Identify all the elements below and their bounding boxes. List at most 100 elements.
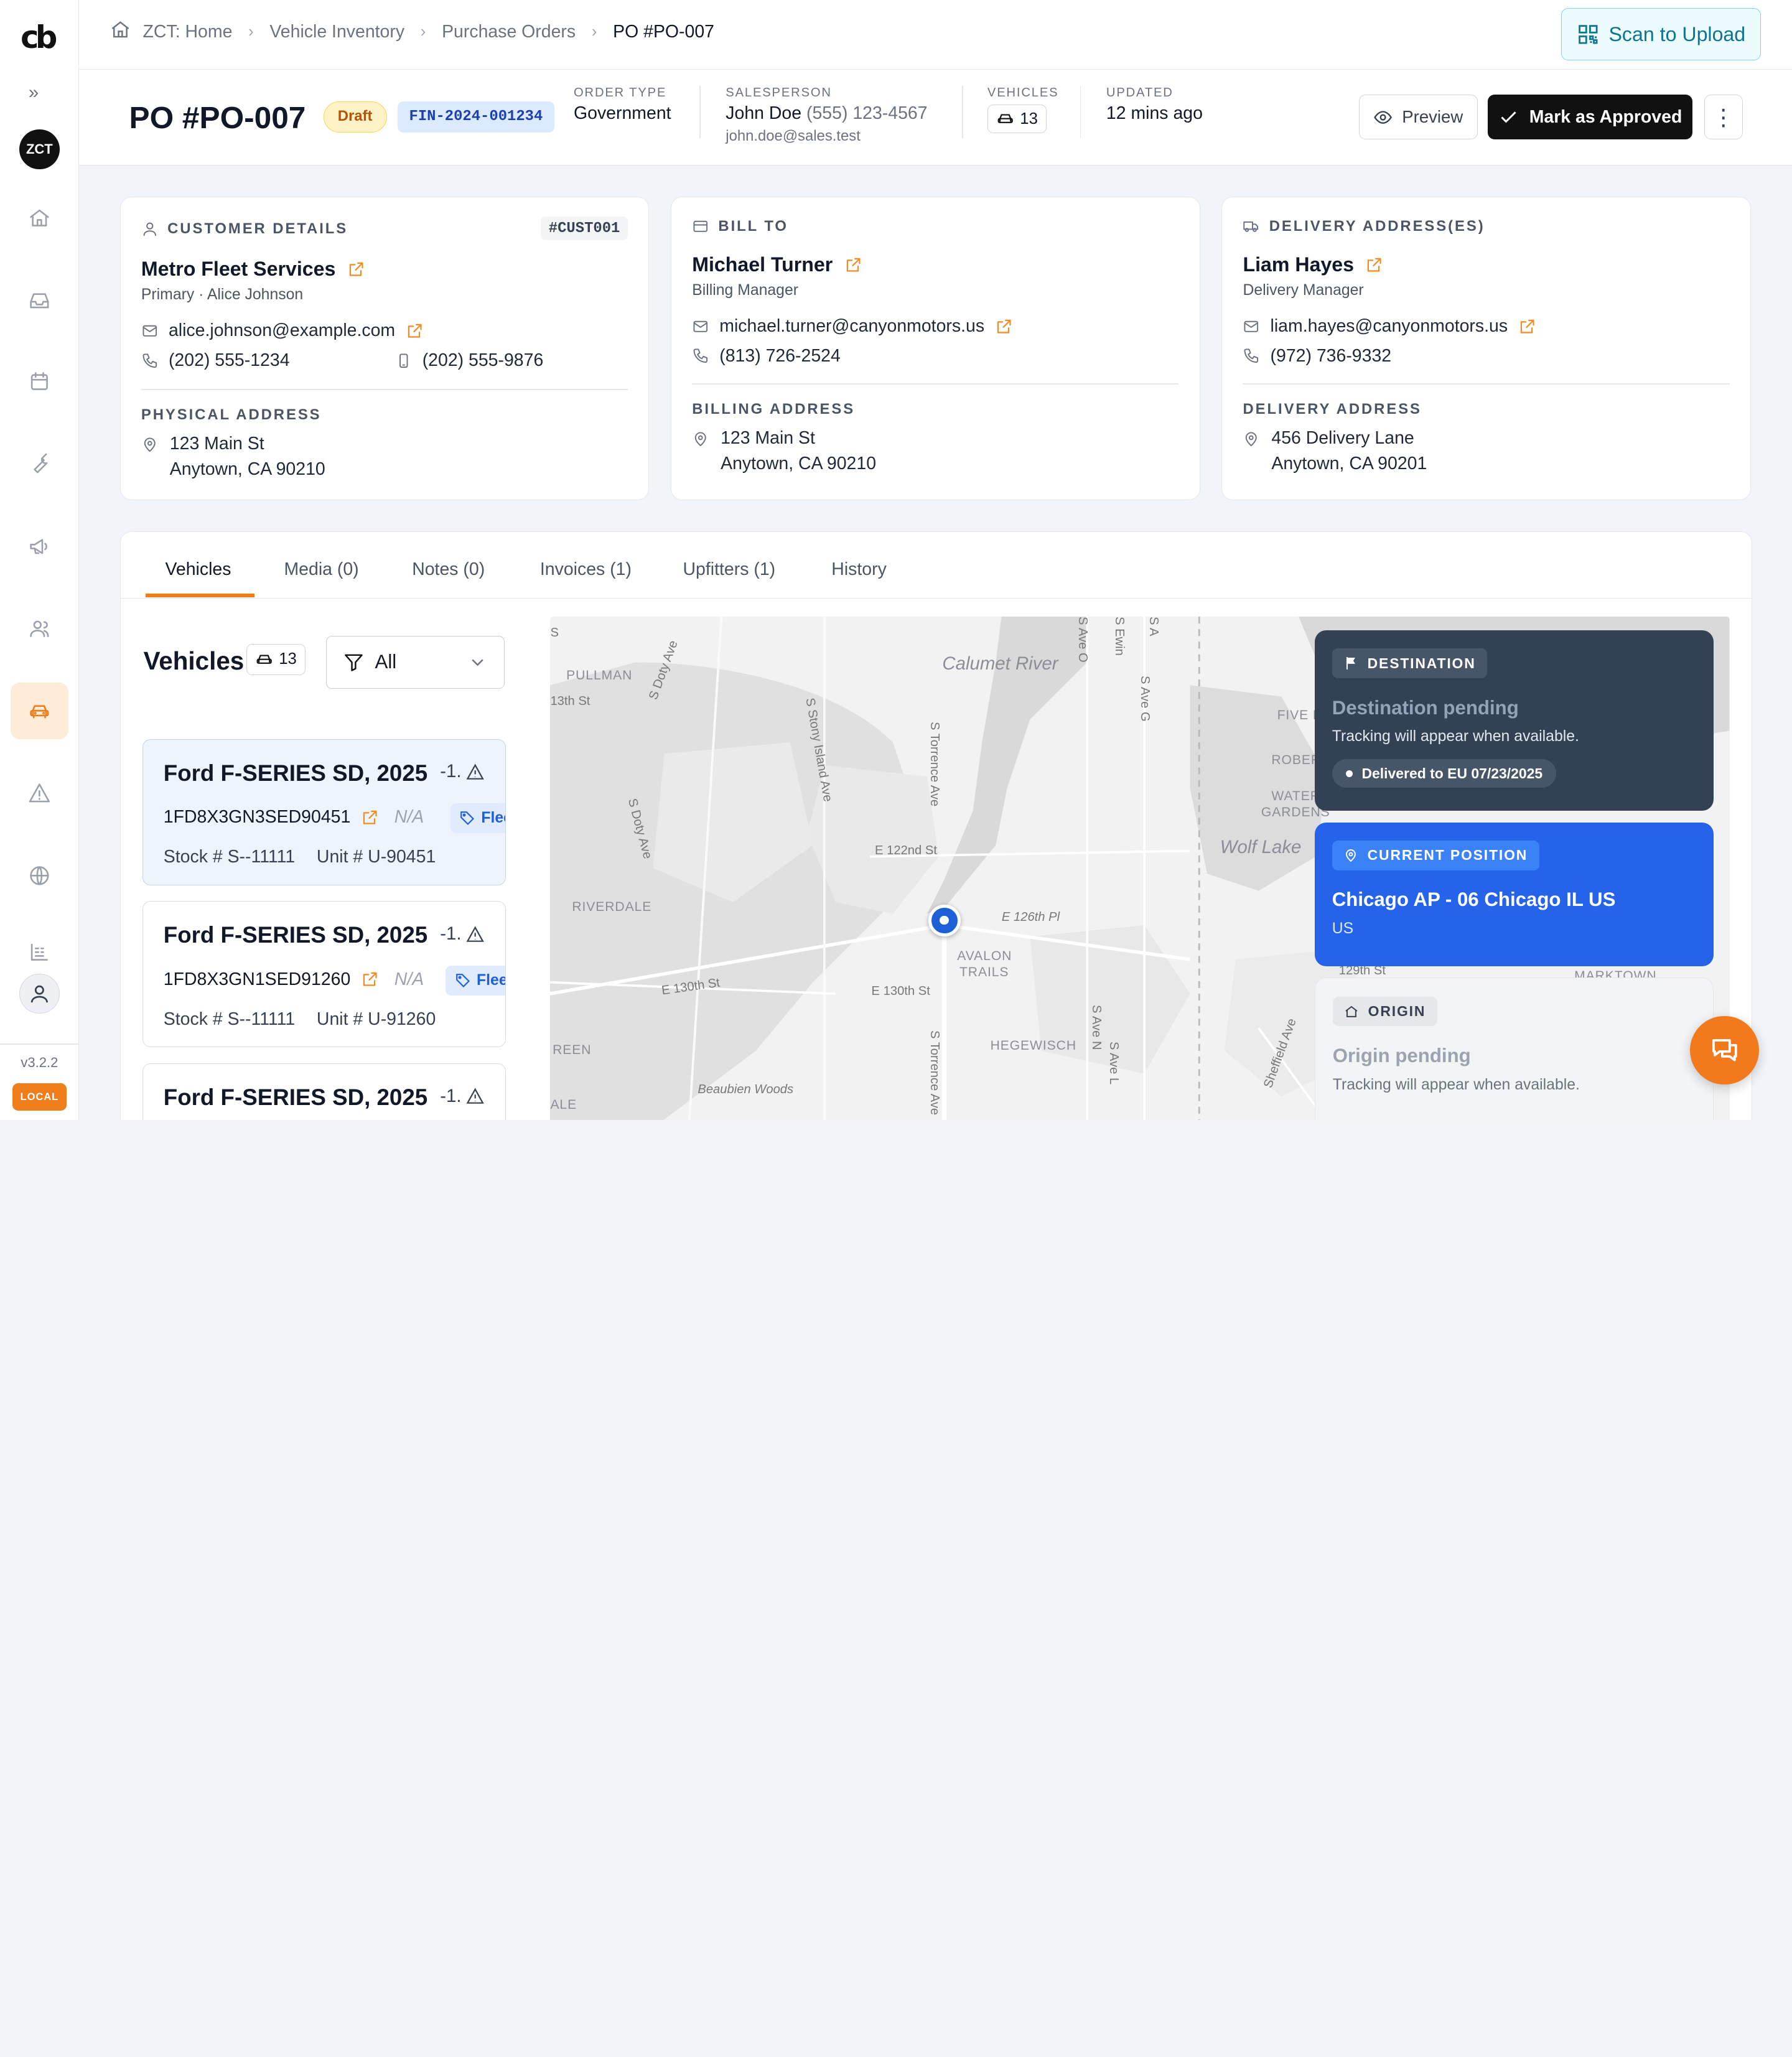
bill-to-email[interactable]: michael.turner@canyonmotors.us (719, 316, 984, 337)
breadcrumb-vehicle-inventory[interactable]: Vehicle Inventory (269, 22, 404, 42)
vehicle-tag: Fleet (450, 803, 505, 834)
sidebar-item-alerts[interactable] (11, 765, 69, 822)
scan-to-upload-button[interactable]: Scan to Upload (1561, 7, 1762, 61)
vehicle-tag: Fleet (446, 966, 505, 996)
map-label: S Ave N (1090, 1005, 1104, 1051)
vehicle-tag-text: Fleet (477, 972, 505, 989)
mark-approved-button[interactable]: Mark as Approved (1488, 95, 1693, 140)
tab-notes[interactable]: Notes (0) (412, 559, 485, 580)
warning-icon (466, 763, 484, 780)
tab-invoices[interactable]: Invoices (1) (540, 559, 632, 580)
vehicle-vin-text[interactable]: 1FD8X3GN3SED90451 (164, 807, 351, 828)
origin-badge: ORIGIN (1332, 996, 1437, 1027)
more-options-button[interactable]: ⋮ (1704, 95, 1743, 140)
tab-media[interactable]: Media (0) (284, 559, 358, 580)
divider (1243, 383, 1730, 385)
vehicle-filter-select[interactable]: All (326, 636, 505, 689)
map-label: RIVERDALE (572, 900, 652, 915)
map-label: Wolf Lake (1220, 837, 1302, 858)
customer-mobile[interactable]: (202) 555-9876 (422, 350, 544, 371)
customer-email-row: alice.johnson@example.com (141, 320, 424, 341)
vehicle-vin-text[interactable]: 1FD8X3GN1SED91260 (164, 969, 351, 990)
bill-to-card: BILL TO Michael Turner Billing Manager m… (671, 196, 1200, 501)
vehicle-card[interactable]: Ford F-SERIES SD, 2025 -1. 1FD8X3GN1SED9… (142, 901, 506, 1048)
eye-icon (1374, 110, 1393, 124)
bill-to-header: BILL TO (692, 218, 788, 235)
physical-address: 123 Main St Anytown, CA 90210 (141, 431, 325, 482)
sidebar-item-calendar[interactable] (11, 353, 69, 411)
vehicle-location-map[interactable]: PULLMAN Calumet River Wolf Lake RIVERDAL… (550, 616, 1730, 1120)
sidebar-item-home[interactable] (11, 190, 69, 247)
map-label: AVALON (957, 949, 1012, 964)
sidebar-item-marketing[interactable] (11, 518, 69, 575)
tab-upfitters[interactable]: Upfitters (1) (683, 559, 776, 580)
sidebar-item-vehicles[interactable] (10, 682, 69, 740)
map-label: E 122nd St (875, 844, 937, 858)
billing-address-label: BILLING ADDRESS (692, 400, 856, 417)
current-location-marker[interactable] (928, 904, 961, 937)
user-icon (143, 222, 156, 236)
workspace-avatar[interactable]: ZCT (19, 129, 60, 169)
tab-history[interactable]: History (831, 559, 887, 580)
customer-id: #CUST001 (540, 217, 628, 241)
vehicles-count-chip: 13 (246, 644, 306, 675)
check-icon (1501, 111, 1516, 123)
sidebar-item-inbox[interactable] (11, 272, 69, 329)
current-position-card: CURRENT POSITION Chicago AP - 06 Chicago… (1315, 822, 1714, 966)
chat-button[interactable] (1690, 1015, 1759, 1084)
delivery-phone-row: (972) 736-9332 (1243, 346, 1391, 366)
external-link-icon[interactable] (1365, 256, 1383, 274)
destination-card: DESTINATION Destination pending Tracking… (1315, 630, 1714, 811)
breadcrumb-purchase-orders[interactable]: Purchase Orders (442, 22, 576, 42)
sidebar-item-global[interactable] (11, 847, 69, 904)
app-logo[interactable]: cb (21, 21, 59, 55)
bill-to-email-row: michael.turner@canyonmotors.us (692, 316, 1013, 337)
vehicle-card[interactable]: Ford F-SERIES SD, 2025 -1. (142, 1063, 506, 1120)
destination-subtitle: Tracking will appear when available. (1332, 728, 1579, 745)
external-link-icon[interactable] (844, 256, 862, 274)
finance-number-badge[interactable]: FIN-2024-001234 (398, 101, 554, 133)
po-header: PO #PO-007 Draft FIN-2024-001234 ORDER T… (78, 70, 1792, 166)
bill-to-name-text[interactable]: Michael Turner (692, 253, 833, 276)
salesperson-label: SALESPERSON (726, 85, 832, 100)
sidebar-item-service[interactable] (11, 436, 69, 493)
tab-bar: Vehicles Media (0) Notes (0) Invoices (1… (120, 532, 1752, 599)
delivery-name-text[interactable]: Liam Hayes (1243, 253, 1354, 276)
user-avatar[interactable] (19, 973, 60, 1014)
chat-icon (1712, 1039, 1737, 1061)
map-label: Beaubien Woods (698, 1083, 794, 1097)
mail-icon (1244, 320, 1259, 332)
breadcrumb-current: PO #PO-007 (613, 21, 715, 42)
map-label: S Torrence Ave (927, 1030, 941, 1116)
map-label: S Torrence Ave (927, 721, 941, 807)
salesperson-phone[interactable]: (555) 123-4567 (806, 103, 928, 123)
preview-button[interactable]: Preview (1358, 95, 1478, 140)
delivery-phone[interactable]: (972) 736-9332 (1271, 346, 1392, 366)
external-link-icon[interactable] (361, 970, 379, 988)
user-icon (30, 985, 48, 1002)
breadcrumb-home[interactable]: ZCT: Home (143, 22, 233, 42)
vehicle-stock: Stock # S--11111 (163, 1009, 296, 1029)
vehicle-card[interactable]: Ford F-SERIES SD, 2025 -1. 1FD8X3GN3SED9… (142, 739, 506, 885)
salesperson-email[interactable]: john.doe@sales.test (726, 128, 927, 145)
updated-value: 12 mins ago (1106, 103, 1203, 124)
sidebar-item-reports[interactable] (11, 923, 69, 981)
delivery-email[interactable]: liam.hayes@canyonmotors.us (1271, 316, 1508, 337)
address-line-2: Anytown, CA 90201 (1271, 453, 1427, 473)
vehicles-heading: Vehicles (143, 646, 245, 675)
customer-email[interactable]: alice.johnson@example.com (169, 320, 395, 341)
sidebar-item-users[interactable] (11, 600, 69, 657)
external-link-icon[interactable] (995, 317, 1013, 335)
external-link-icon[interactable] (361, 808, 379, 826)
external-link-icon[interactable] (347, 260, 365, 278)
expand-sidebar-icon[interactable]: » (29, 82, 39, 103)
customer-name-text[interactable]: Metro Fleet Services (141, 258, 335, 281)
tab-vehicles[interactable]: Vehicles (165, 559, 231, 580)
address-line-1: 456 Delivery Lane (1271, 428, 1414, 449)
external-link-icon[interactable] (406, 322, 424, 340)
external-link-icon[interactable] (1518, 317, 1536, 335)
bill-to-phone[interactable]: (813) 726-2524 (719, 346, 841, 366)
customer-phone[interactable]: (202) 555-1234 (169, 350, 290, 371)
mail-icon (142, 325, 157, 337)
home-icon (111, 21, 129, 38)
